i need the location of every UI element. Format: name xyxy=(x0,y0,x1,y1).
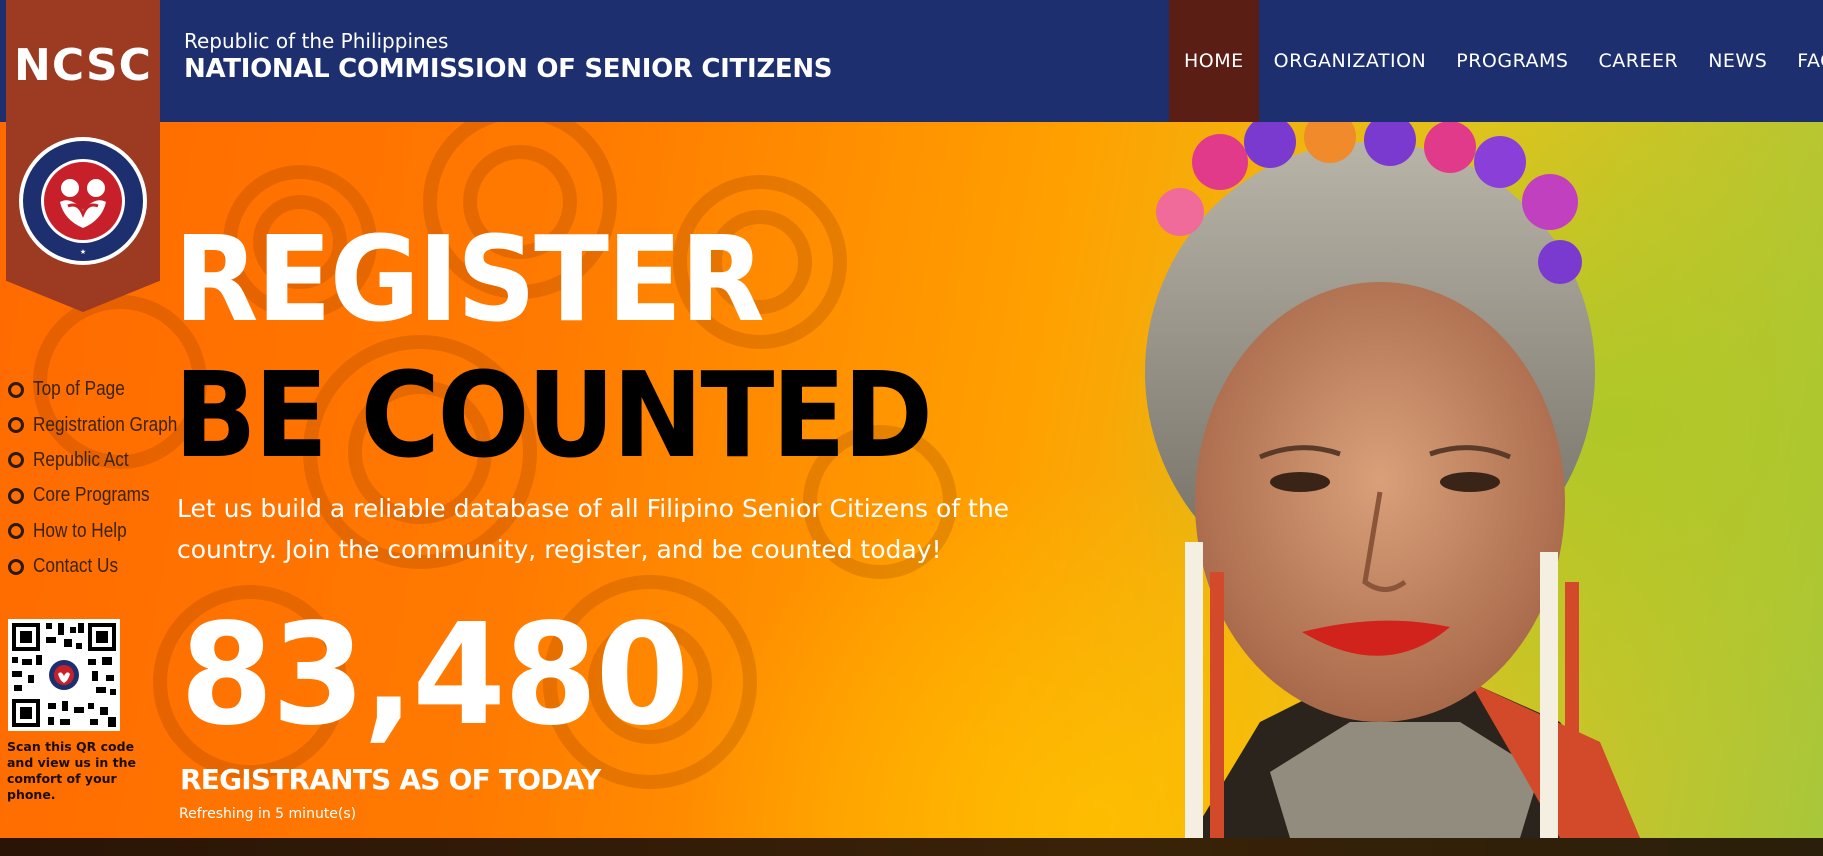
sidenav-item-republic-act[interactable]: Republic Act xyxy=(8,443,201,478)
header-title[interactable]: NATIONAL COMMISSION OF SENIOR CITIZENS xyxy=(184,54,833,84)
circle-bullet-icon xyxy=(8,523,24,540)
sidenav-label: Republic Act xyxy=(33,448,129,471)
sidenav-item-contact-us[interactable]: Contact Us xyxy=(8,549,201,584)
sidenav-label: Registration Graph xyxy=(33,413,178,436)
sidenav-item-core-programs[interactable]: Core Programs xyxy=(8,478,201,513)
ncsc-seal-icon: ★ xyxy=(19,137,147,265)
sidenav-label: Core Programs xyxy=(33,484,150,507)
senior-woman-portrait xyxy=(1145,122,1640,838)
header-subtitle: Republic of the Philippines xyxy=(184,29,449,53)
hero-intro-text: Let us build a reliable database of all … xyxy=(177,494,1010,564)
qr-code-image xyxy=(8,619,120,731)
headline-be-counted: BE COUNTED xyxy=(174,346,933,484)
nav-programs[interactable]: PROGRAMS xyxy=(1441,0,1583,122)
section-sidenav: Top of Page Registration Graph Republic … xyxy=(8,372,201,584)
sidenav-label: Contact Us xyxy=(33,555,119,578)
sidenav-item-registration-graph[interactable]: Registration Graph xyxy=(8,407,201,442)
nav-career[interactable]: CAREER xyxy=(1584,0,1694,122)
registrant-count: 83,480 xyxy=(180,594,689,757)
circle-bullet-icon xyxy=(8,452,24,469)
bottom-band xyxy=(0,838,1823,856)
nav-news[interactable]: NEWS xyxy=(1693,0,1782,122)
registrant-count-label: REGISTRANTS AS OF TODAY xyxy=(180,763,601,796)
nav-organization[interactable]: ORGANIZATION xyxy=(1259,0,1442,122)
svg-text:★: ★ xyxy=(80,248,86,256)
nav-faq[interactable]: FAQ xyxy=(1782,0,1823,122)
circle-bullet-icon xyxy=(8,558,24,575)
refresh-status: Refreshing in 5 minute(s) xyxy=(179,806,357,822)
nav-home[interactable]: HOME xyxy=(1169,0,1259,122)
qr-caption: Scan this QR code and view us in the com… xyxy=(7,739,137,802)
circle-bullet-icon xyxy=(8,487,24,504)
sidenav-label: How to Help xyxy=(33,519,127,542)
logo-text: NCSC xyxy=(14,40,152,91)
circle-bullet-icon xyxy=(8,381,24,398)
main-nav: HOME ORGANIZATION PROGRAMS CAREER NEWS F… xyxy=(1169,0,1823,122)
sidenav-item-top-of-page[interactable]: Top of Page xyxy=(8,372,201,407)
sidenav-label: Top of Page xyxy=(33,378,125,401)
site-header: Republic of the Philippines NATIONAL COM… xyxy=(0,0,1823,122)
headline-register: REGISTER xyxy=(174,210,765,348)
circle-bullet-icon xyxy=(8,417,24,434)
sidenav-item-how-to-help[interactable]: How to Help xyxy=(8,514,201,549)
logo-ribbon[interactable]: NCSC ★ xyxy=(6,0,160,312)
